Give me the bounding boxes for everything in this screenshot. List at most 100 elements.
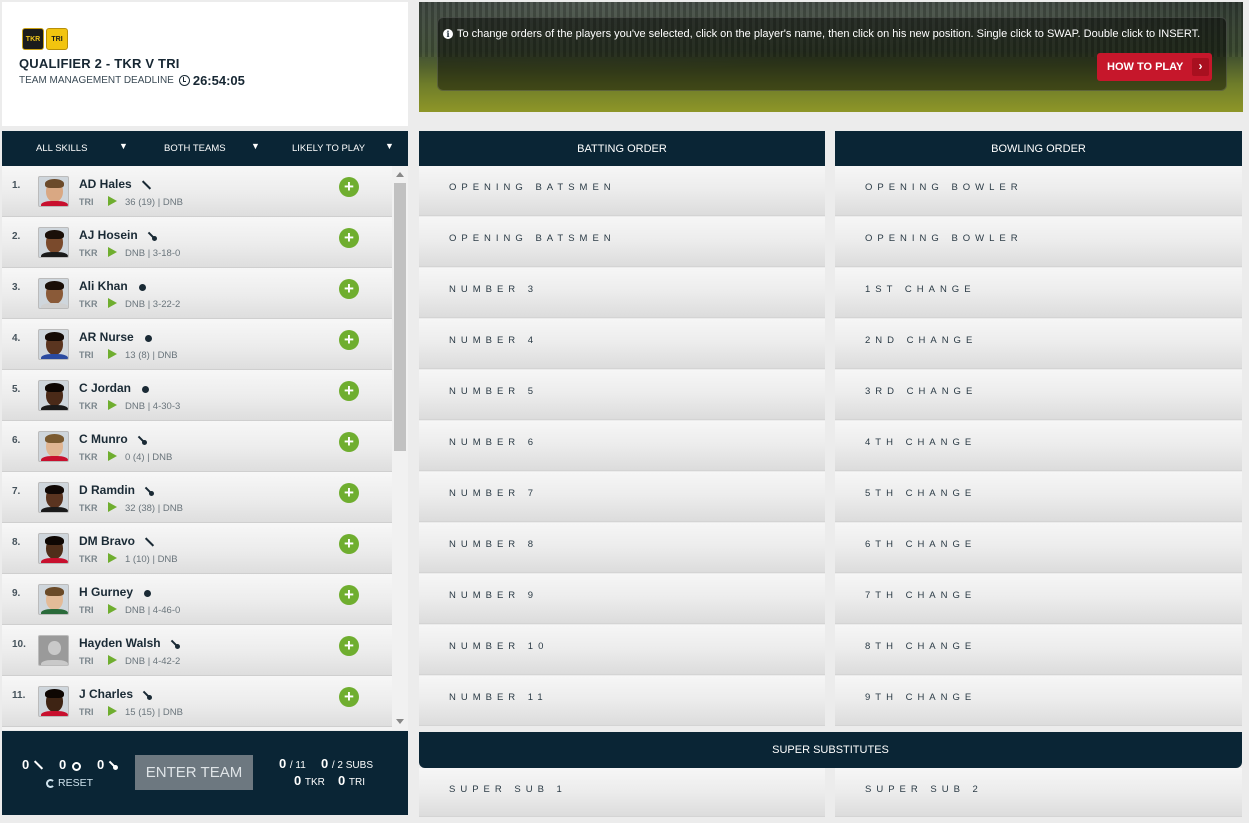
batting-slot[interactable]: NUMBER 6 <box>419 421 825 471</box>
bowling-slot[interactable]: 5TH CHANGE <box>835 472 1242 522</box>
allrounder-icon <box>136 435 148 445</box>
bowling-slot[interactable]: 6TH CHANGE <box>835 523 1242 573</box>
player-name[interactable]: J Charles <box>79 687 153 701</box>
player-row[interactable]: 2. AJ Hosein TKR DNB | 3-18-0 + <box>2 217 392 268</box>
scroll-down-arrow[interactable] <box>396 719 404 724</box>
player-row[interactable]: 1. AD Hales TRI 36 (19) | DNB + <box>2 166 392 217</box>
batting-slot[interactable]: NUMBER 9 <box>419 574 825 624</box>
reset-button[interactable]: RESET <box>46 777 93 789</box>
player-team: TRI <box>79 350 94 360</box>
add-player-button[interactable]: + <box>339 330 359 350</box>
bowling-slot[interactable]: 7TH CHANGE <box>835 574 1242 624</box>
player-row[interactable]: 4. AR Nurse TRI 13 (8) | DNB + <box>2 319 392 370</box>
add-player-button[interactable]: + <box>339 483 359 503</box>
player-list-scrollbar[interactable] <box>392 166 408 730</box>
selected-tally: 0 / 11 <box>279 756 306 771</box>
player-filters: ALL SKILLS ▼ BOTH TEAMS ▼ LIKELY TO PLAY… <box>2 131 408 166</box>
skills-filter[interactable]: ALL SKILLS ▼ <box>36 131 136 166</box>
player-team: TKR <box>79 401 98 411</box>
play-icon <box>108 604 117 614</box>
add-player-button[interactable]: + <box>339 534 359 554</box>
bowling-slot[interactable]: 1ST CHANGE <box>835 268 1242 318</box>
enter-team-button[interactable]: ENTER TEAM <box>135 755 253 790</box>
batting-slot[interactable]: NUMBER 5 <box>419 370 825 420</box>
likely-filter[interactable]: LIKELY TO PLAY ▼ <box>292 131 402 166</box>
add-player-button[interactable]: + <box>339 432 359 452</box>
super-sub-slot[interactable]: SUPER SUB 1 <box>419 768 825 817</box>
player-rank: 7. <box>12 486 21 497</box>
bowling-slot[interactable]: OPENING BOWLER <box>835 217 1242 267</box>
batting-slot[interactable]: NUMBER 3 <box>419 268 825 318</box>
ball-icon <box>142 333 154 343</box>
batting-slot[interactable]: NUMBER 10 <box>419 625 825 675</box>
add-player-button[interactable]: + <box>339 228 359 248</box>
player-team: TKR <box>79 554 98 564</box>
add-player-button[interactable]: + <box>339 279 359 299</box>
player-row[interactable]: 10. Hayden Walsh TRI DNB | 4-42-2 + <box>2 625 392 676</box>
player-name[interactable]: C Jordan <box>79 381 151 395</box>
super-subs-header: SUPER SUBSTITUTES <box>419 732 1242 768</box>
player-name-text: H Gurney <box>79 585 134 599</box>
ball-icon <box>141 588 153 598</box>
player-row[interactable]: 3. Ali Khan TKR DNB | 3-22-2 + <box>2 268 392 319</box>
player-stats: 13 (8) | DNB <box>125 350 178 361</box>
player-rank: 6. <box>12 435 21 446</box>
batting-slot[interactable]: OPENING BATSMEN <box>419 166 825 216</box>
teams-filter[interactable]: BOTH TEAMS ▼ <box>164 131 264 166</box>
bowling-slot[interactable]: 4TH CHANGE <box>835 421 1242 471</box>
player-row[interactable]: 9. H Gurney TRI DNB | 4-46-0 + <box>2 574 392 625</box>
batting-slot[interactable]: NUMBER 8 <box>419 523 825 573</box>
player-name[interactable]: H Gurney <box>79 585 153 599</box>
ball-icon <box>69 760 82 771</box>
player-name[interactable]: DM Bravo <box>79 534 155 548</box>
player-row[interactable]: 7. D Ramdin TKR 32 (38) | DNB + <box>2 472 392 523</box>
bowling-slot[interactable]: OPENING BOWLER <box>835 166 1242 216</box>
player-stats: DNB | 4-30-3 <box>125 401 181 412</box>
player-name[interactable]: AR Nurse <box>79 330 154 344</box>
player-name[interactable]: D Ramdin <box>79 483 155 497</box>
selected-count: 0 <box>279 756 287 771</box>
batsmen-count-value: 0 <box>22 757 30 772</box>
clock-icon <box>178 75 190 86</box>
add-player-button[interactable]: + <box>339 636 359 656</box>
player-name-text: AJ Hosein <box>79 228 138 242</box>
add-player-button[interactable]: + <box>339 687 359 707</box>
add-player-button[interactable]: + <box>339 381 359 401</box>
stadium-banner: i To change orders of the players you've… <box>419 2 1243 112</box>
player-row[interactable]: 11. J Charles TRI 15 (15) | DNB + <box>2 676 392 727</box>
chevron-right-icon: › <box>1192 58 1209 76</box>
player-row[interactable]: 8. DM Bravo TKR 1 (10) | DNB + <box>2 523 392 574</box>
player-name[interactable]: C Munro <box>79 432 148 446</box>
player-rank: 4. <box>12 333 21 344</box>
bowling-slot[interactable]: 2ND CHANGE <box>835 319 1242 369</box>
play-icon <box>108 349 117 359</box>
player-avatar <box>38 533 69 564</box>
bowling-slot[interactable]: 3RD CHANGE <box>835 370 1242 420</box>
scroll-up-arrow[interactable] <box>396 172 404 177</box>
player-team: TKR <box>79 503 98 513</box>
play-icon <box>108 196 117 206</box>
player-name[interactable]: AD Hales <box>79 177 152 191</box>
scroll-thumb[interactable] <box>394 183 406 451</box>
allrounders-count: 0 <box>97 757 119 772</box>
batting-slot[interactable]: NUMBER 4 <box>419 319 825 369</box>
bat-icon <box>32 760 44 770</box>
batting-slot[interactable]: OPENING BATSMEN <box>419 217 825 267</box>
super-sub-slot[interactable]: SUPER SUB 2 <box>835 768 1242 817</box>
player-rank: 5. <box>12 384 21 395</box>
bowling-slot[interactable]: 9TH CHANGE <box>835 676 1242 726</box>
batting-slot[interactable]: NUMBER 11 <box>419 676 825 726</box>
team-summary: 0 0 0 RESET ENTER TEAM 0 / 11 0 / 2 SUBS… <box>2 731 408 815</box>
player-name[interactable]: AJ Hosein <box>79 228 158 242</box>
player-name[interactable]: Ali Khan <box>79 279 148 293</box>
player-name[interactable]: Hayden Walsh <box>79 636 181 650</box>
batting-slot[interactable]: NUMBER 7 <box>419 472 825 522</box>
add-player-button[interactable]: + <box>339 585 359 605</box>
player-row[interactable]: 6. C Munro TKR 0 (4) | DNB + <box>2 421 392 472</box>
play-icon <box>108 502 117 512</box>
player-row[interactable]: 5. C Jordan TKR DNB | 4-30-3 + <box>2 370 392 421</box>
add-player-button[interactable]: + <box>339 177 359 197</box>
how-to-play-button[interactable]: HOW TO PLAY › <box>1097 53 1212 81</box>
batting-order-header: BATTING ORDER <box>419 131 825 166</box>
bowling-slot[interactable]: 8TH CHANGE <box>835 625 1242 675</box>
